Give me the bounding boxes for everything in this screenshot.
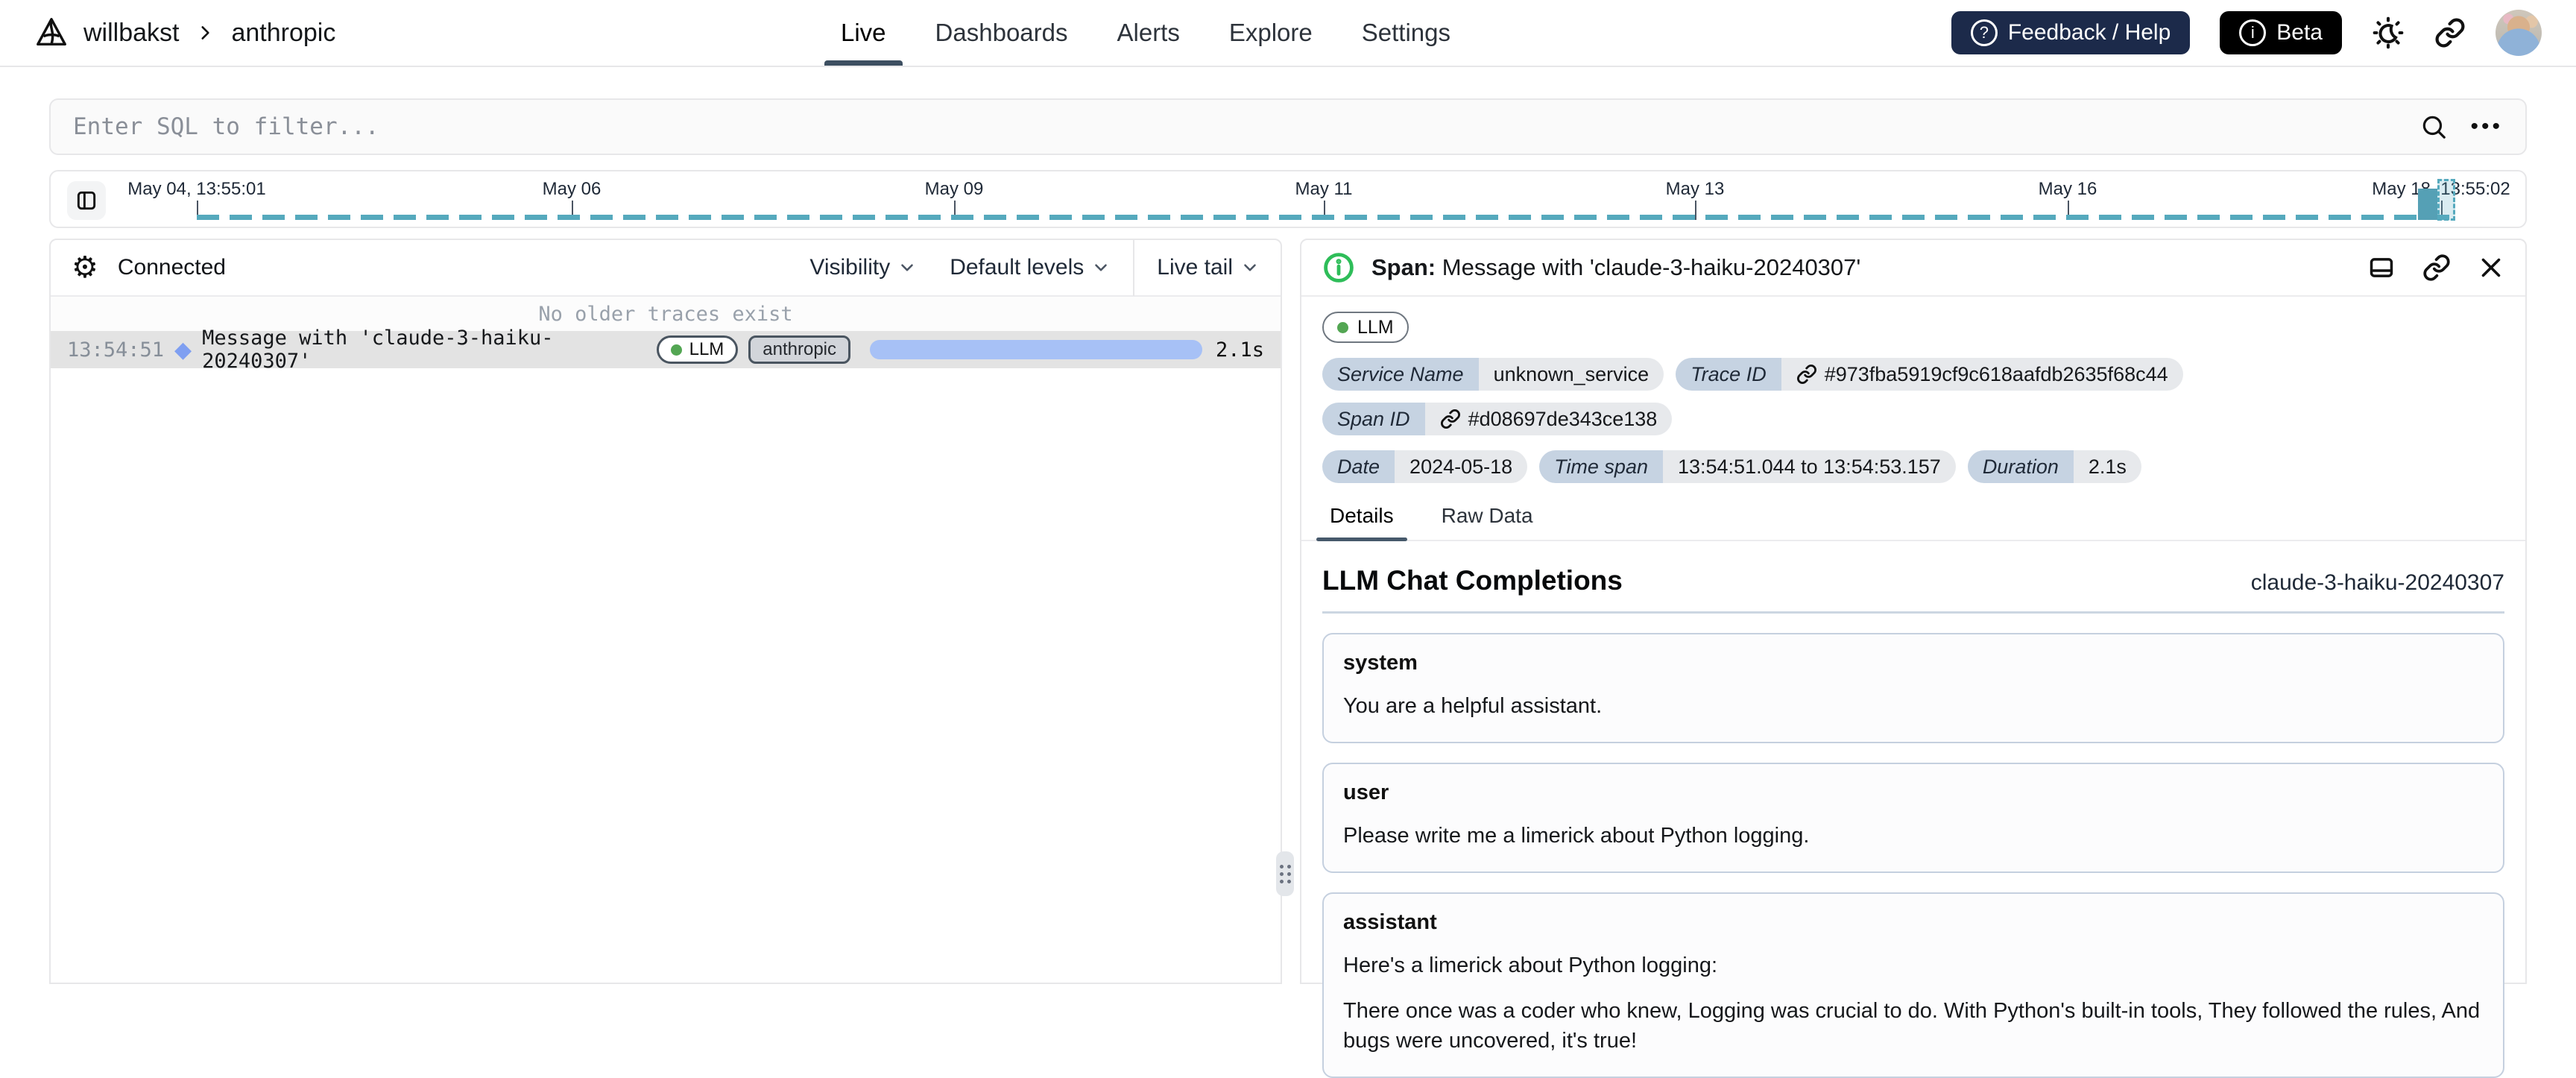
span-panel-header: Span: Message with 'claude-3-haiku-20240… — [1301, 240, 2525, 297]
trace-duration: 2.1s — [1216, 338, 1264, 362]
question-circle-icon: ? — [1971, 19, 1998, 46]
service-name-pill: Service Name unknown_service — [1322, 358, 1664, 391]
date-pill: Date 2024-05-18 — [1322, 450, 1527, 483]
trace-row[interactable]: 13:54:51 ◆ Message with 'claude-3-haiku-… — [51, 331, 1281, 368]
close-icon[interactable] — [2478, 254, 2504, 281]
timeline-tick-label: May 09 — [925, 179, 984, 200]
timeline-tick-label: May 11 — [1295, 179, 1353, 200]
green-dot-icon — [1337, 322, 1348, 333]
span-detail-panel: Span: Message with 'claude-3-haiku-20240… — [1300, 239, 2527, 984]
divider — [1133, 239, 1134, 296]
tab-explore[interactable]: Explore — [1229, 0, 1313, 66]
span-tabs: Details Raw Data — [1301, 504, 2525, 541]
visibility-dropdown[interactable]: Visibility — [809, 255, 917, 280]
tab-details[interactable]: Details — [1322, 504, 1401, 540]
timeline-histogram-bar — [2418, 189, 2437, 220]
info-circle-icon: i — [2239, 19, 2266, 46]
duration-bar — [870, 340, 1202, 359]
main-nav: Live Dashboards Alerts Explore Settings — [841, 0, 1450, 66]
span-meta-row-1: Service Name unknown_service Trace ID #9… — [1322, 358, 2504, 435]
chevron-right-icon — [195, 23, 215, 42]
breadcrumb-org[interactable]: willbakst — [83, 19, 179, 48]
chevron-down-icon — [1091, 258, 1111, 277]
tab-dashboards[interactable]: Dashboards — [935, 0, 1068, 66]
link-icon — [1440, 409, 1461, 429]
breadcrumb: willbakst anthropic — [34, 0, 335, 66]
message-card-user: user Please write me a limerick about Py… — [1322, 763, 2504, 873]
info-circle-green-icon — [1322, 251, 1355, 284]
theme-toggle-button[interactable] — [2372, 16, 2405, 49]
span-diamond-icon: ◆ — [174, 337, 192, 363]
tab-raw-data[interactable]: Raw Data — [1434, 504, 1541, 540]
panel-resize-handle[interactable] — [1276, 851, 1294, 896]
timeline-selection-region[interactable] — [2437, 179, 2455, 221]
search-icon[interactable] — [2419, 113, 2448, 141]
service-tag: anthropic — [748, 335, 850, 364]
trace-timestamp: 13:54:51 — [67, 338, 164, 362]
trace-panel-header: ⚙ Connected Visibility Default levels Li… — [51, 240, 1281, 297]
copy-link-button[interactable] — [2422, 253, 2451, 282]
span-title: Span: Message with 'claude-3-haiku-20240… — [1371, 254, 1860, 281]
sidebar-toggle-button[interactable] — [67, 181, 106, 220]
llm-tag: LLM — [657, 335, 739, 364]
green-dot-icon — [671, 344, 682, 356]
breadcrumb-project[interactable]: anthropic — [231, 19, 335, 48]
live-trace-panel: ⚙ Connected Visibility Default levels Li… — [49, 239, 1282, 984]
timeline-tick-label: May 06 — [543, 179, 602, 200]
timeline-dashed-baseline — [197, 215, 2454, 220]
model-name: claude-3-haiku-20240307 — [2251, 570, 2504, 596]
user-avatar[interactable] — [2496, 10, 2542, 56]
duration-pill: Duration 2.1s — [1968, 450, 2141, 483]
top-header: willbakst anthropic Live Dashboards Aler… — [0, 0, 2576, 67]
default-levels-dropdown[interactable]: Default levels — [950, 255, 1111, 280]
divider — [1322, 611, 2504, 614]
settings-gear-icon[interactable]: ⚙ — [72, 253, 98, 283]
logfire-logo-icon — [34, 16, 69, 50]
beta-button[interactable]: i Beta — [2220, 11, 2342, 54]
link-icon — [1796, 364, 1817, 385]
span-id-pill[interactable]: Span ID #d08697de343ce138 — [1322, 403, 1672, 435]
timeline-panel[interactable]: May 04, 13:55:01 May 06 May 09 May 11 Ma… — [49, 170, 2527, 228]
feedback-help-button[interactable]: ? Feedback / Help — [1951, 11, 2190, 54]
tab-settings[interactable]: Settings — [1362, 0, 1450, 66]
tab-alerts[interactable]: Alerts — [1117, 0, 1180, 66]
split-view-button[interactable] — [2367, 253, 2396, 282]
trace-id-pill[interactable]: Trace ID #973fba5919cf9c618aafdb2635f68c… — [1676, 358, 2182, 391]
trace-message: Message with 'claude-3-haiku-20240307' — [202, 327, 656, 373]
timeline-tick-label: May 04, 13:55:01 — [127, 179, 265, 200]
message-card-system: system You are a helpful assistant. — [1322, 633, 2504, 743]
chevron-down-icon — [897, 258, 917, 277]
section-title: LLM Chat Completions — [1322, 565, 1623, 596]
share-link-button[interactable] — [2434, 17, 2466, 48]
connection-status: Connected — [118, 255, 226, 280]
timeline-tick-label: May 16 — [2039, 179, 2097, 200]
message-card-assistant: assistant Here's a limerick about Python… — [1322, 892, 2504, 1077]
span-meta-row-2: Date 2024-05-18 Time span 13:54:51.044 t… — [1322, 450, 2504, 483]
time-span-pill: Time span 13:54:51.044 to 13:54:53.157 — [1539, 450, 1956, 483]
timeline-tick-label: May 13 — [1666, 179, 1725, 200]
sql-filter-bar: ••• — [49, 98, 2527, 155]
sql-filter-input[interactable] — [73, 113, 2397, 140]
more-options-button[interactable]: ••• — [2470, 116, 2503, 138]
llm-badge: LLM — [1322, 312, 1409, 343]
header-actions: ? Feedback / Help i Beta — [1951, 0, 2542, 66]
live-tail-dropdown[interactable]: Live tail — [1157, 255, 1260, 280]
tab-live[interactable]: Live — [841, 0, 886, 66]
chevron-down-icon — [1240, 258, 1260, 277]
